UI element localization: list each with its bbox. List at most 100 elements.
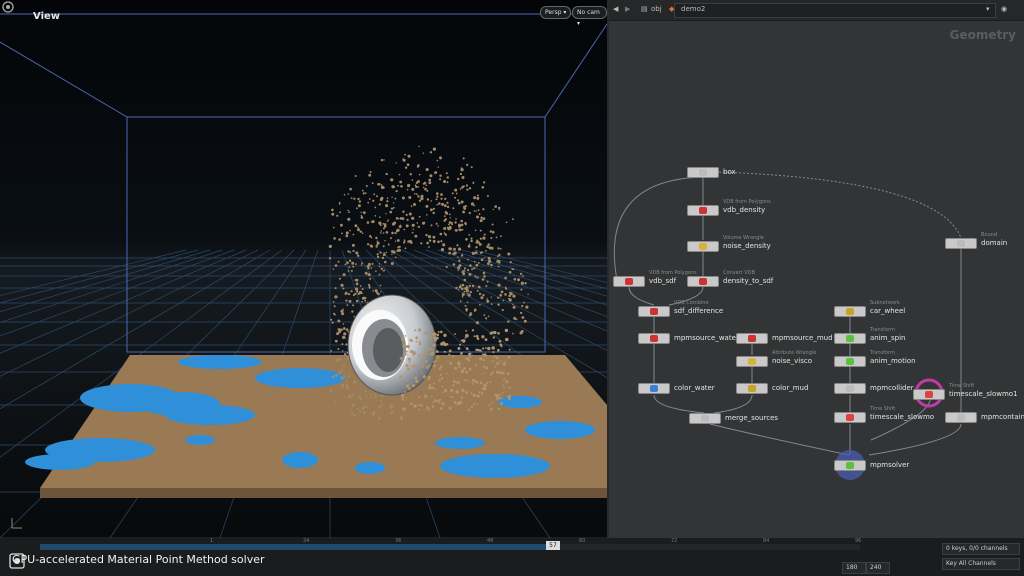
node-mpmsolver[interactable]	[834, 460, 866, 471]
mud-particle	[408, 361, 411, 364]
mud-particle	[355, 299, 359, 303]
node-mpmsource-water[interactable]	[638, 333, 670, 344]
mud-particle	[425, 168, 429, 172]
mud-particle	[425, 331, 429, 335]
mud-particle	[395, 217, 399, 220]
mud-particle	[415, 193, 418, 196]
mud-particle	[497, 247, 500, 250]
mud-particle	[426, 214, 428, 216]
mud-particle	[448, 251, 451, 255]
mud-particle	[364, 390, 367, 392]
mud-particle	[336, 214, 339, 217]
mud-particle	[394, 197, 397, 200]
mud-particle	[349, 251, 352, 254]
mud-particle	[512, 294, 516, 298]
mud-particle	[431, 401, 434, 404]
mud-particle	[449, 217, 451, 219]
node-mpmcollider[interactable]	[834, 383, 866, 394]
scene-canvas	[0, 0, 607, 538]
mud-particle	[460, 200, 464, 204]
node-noise-visco[interactable]	[736, 356, 768, 367]
perspective-menu-button[interactable]: Persp ▾	[540, 6, 572, 19]
mud-particle	[499, 371, 503, 375]
key-all-channels-button[interactable]: Key All Channels	[942, 558, 1020, 570]
mud-particle	[459, 187, 462, 190]
mud-particle	[436, 192, 439, 195]
mud-particle	[412, 365, 416, 369]
mud-particle	[341, 368, 344, 371]
node-anim-motion[interactable]	[834, 356, 866, 367]
node-anim-spin[interactable]	[834, 333, 866, 344]
mud-particle	[393, 221, 397, 225]
mud-particle	[380, 230, 383, 232]
mud-particle	[340, 376, 344, 380]
mud-particle	[443, 389, 448, 393]
node-vdb-sdf[interactable]	[613, 276, 645, 287]
node-type-icon	[846, 335, 854, 342]
node-mpmcontainer[interactable]	[945, 412, 977, 423]
mud-particle	[340, 283, 344, 287]
mud-particle	[457, 177, 460, 181]
mud-particle	[341, 343, 344, 346]
node-timescale-slowmo[interactable]	[834, 412, 866, 423]
mud-particle	[482, 208, 485, 211]
mud-particle	[347, 375, 351, 378]
mud-particle	[454, 229, 458, 232]
mud-particle	[513, 278, 517, 281]
node-mpmsource-mud[interactable]	[736, 333, 768, 344]
node-sdf-difference[interactable]	[638, 306, 670, 317]
node-density-to-sdf[interactable]	[687, 276, 719, 287]
mud-particle	[502, 299, 505, 302]
node-color-mud[interactable]	[736, 383, 768, 394]
mud-particle	[390, 237, 392, 240]
mud-particle	[508, 394, 512, 398]
mud-particle	[472, 393, 477, 397]
mud-particle	[383, 252, 386, 255]
node-timescale-slowmo1[interactable]	[913, 389, 945, 400]
mud-particle	[524, 282, 527, 285]
mud-particle	[384, 260, 387, 264]
mud-particle	[338, 330, 341, 334]
mud-particle	[481, 186, 485, 189]
mud-particle	[408, 196, 412, 199]
node-merge-sources[interactable]	[689, 413, 721, 424]
end-frame-field[interactable]: 240	[866, 562, 890, 574]
mud-particle	[417, 328, 421, 332]
mud-particle	[479, 303, 481, 306]
mud-particle	[433, 364, 436, 368]
mud-particle	[391, 253, 393, 255]
mud-particle	[488, 259, 492, 263]
mud-particle	[409, 241, 413, 244]
mud-particle	[375, 394, 377, 397]
mud-particle	[410, 365, 413, 367]
mud-particle	[343, 353, 347, 356]
mud-particle	[407, 387, 411, 391]
scene-viewport[interactable]: View Persp ▾ No cam ▾	[0, 0, 607, 538]
current-frame-marker[interactable]: 57	[546, 541, 560, 550]
mud-particle	[407, 357, 411, 361]
mud-particle	[461, 293, 465, 296]
mud-particle	[383, 223, 387, 226]
node-color-water[interactable]	[638, 383, 670, 394]
node-vdb-density[interactable]	[687, 205, 719, 216]
mud-particle	[345, 343, 348, 346]
node-car-wheel[interactable]	[834, 306, 866, 317]
node-domain[interactable]	[945, 238, 977, 249]
mud-particle	[330, 389, 333, 392]
mud-particle	[333, 237, 336, 240]
mud-particle	[421, 371, 423, 374]
range-start-field[interactable]: 180	[842, 562, 866, 574]
node-noise-density[interactable]	[687, 241, 719, 252]
network-editor[interactable]: ◀ ▶ ▤ obj ◆ demo2 ▾ ◉ Geometry box VDB f…	[609, 0, 1024, 538]
mud-particle	[465, 238, 468, 241]
mud-particle	[417, 164, 420, 167]
mud-particle	[424, 394, 428, 398]
mud-particle	[400, 393, 405, 398]
mud-particle	[439, 365, 443, 369]
mud-particle	[349, 229, 351, 232]
mud-particle	[458, 285, 462, 289]
node-box[interactable]	[687, 167, 719, 178]
mud-particle	[489, 332, 493, 335]
camera-menu-button[interactable]: No cam ▾	[572, 6, 607, 27]
mud-particle	[439, 156, 442, 160]
